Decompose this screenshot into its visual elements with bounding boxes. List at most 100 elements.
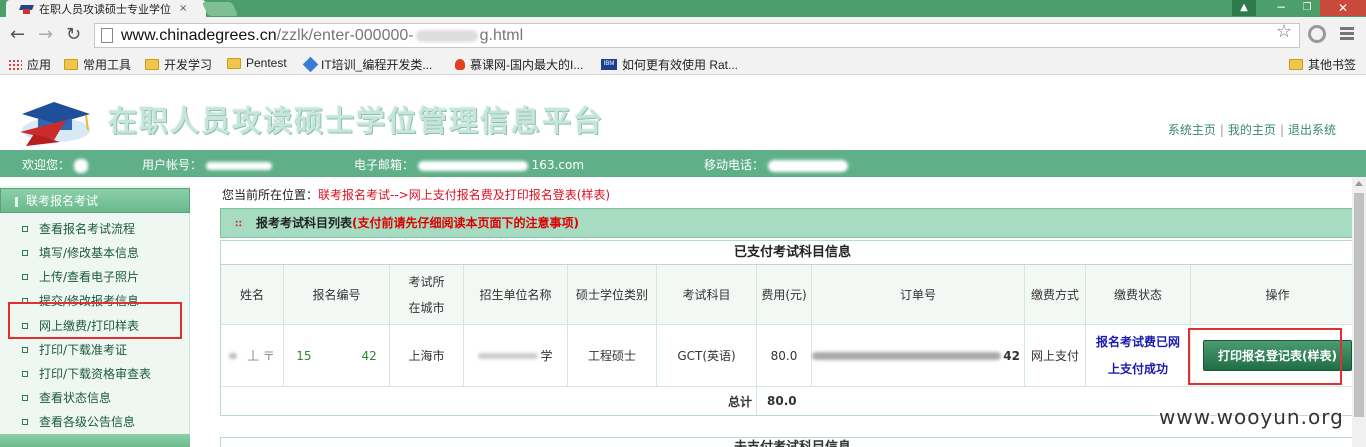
header-reg-no: 报名编号	[284, 265, 390, 325]
sidebar-section-header-2[interactable]	[0, 434, 190, 447]
sidebar-item-admission-ticket[interactable]: 打印/下载准考证	[22, 341, 127, 358]
table-title: 已支付考试科目信息	[221, 241, 1364, 265]
folder-icon	[64, 59, 78, 70]
header-subject: 考试科目	[657, 265, 757, 325]
cell-reg-no: 15 42	[284, 325, 390, 387]
cell-subject: GCT(英语)	[657, 325, 757, 387]
sidebar-item-process[interactable]: 查看报名考试流程	[22, 220, 135, 237]
ibm-icon: IBM	[601, 59, 617, 70]
section-warning: (支付前请先仔细阅读本页面下的注意事项)	[352, 216, 579, 230]
unpaid-subjects-table: 未支付考试科目信息	[220, 437, 1365, 447]
url-tail: g.html	[479, 26, 524, 44]
header-fee: 费用(元)	[757, 265, 812, 325]
home-link[interactable]: 系统主页	[1168, 123, 1216, 137]
link-separator: |	[1279, 123, 1284, 137]
bullet-icon	[22, 225, 28, 232]
cell-order: 42	[812, 325, 1025, 387]
bookmark-item[interactable]: 常用工具	[64, 56, 131, 73]
tab-title: 在职人员攻读硕士专业学位	[39, 2, 171, 16]
redacted-email	[417, 160, 528, 171]
redacted-text	[229, 352, 238, 359]
header-order: 订单号	[812, 265, 1025, 325]
bookmark-star-icon[interactable]: ☆	[1276, 21, 1292, 42]
cell-name: 丄 〒	[221, 325, 284, 387]
tab-close-icon[interactable]: ×	[179, 3, 187, 14]
sidebar-item-status[interactable]: 查看状态信息	[22, 389, 111, 406]
minimize-button[interactable]: −	[1268, 0, 1294, 16]
address-bar[interactable]: www.chinadegrees.cn /zzlk/enter-000000- …	[94, 23, 1300, 48]
browser-toolbar: ← → ↻ www.chinadegrees.cn /zzlk/enter-00…	[0, 17, 1366, 53]
scroll-up-arrow-icon[interactable]	[1355, 181, 1363, 186]
diamond-icon	[302, 56, 319, 73]
sidebar-item-notices[interactable]: 查看各级公告信息	[22, 413, 135, 430]
maximize-button[interactable]: ❐	[1294, 0, 1320, 16]
url-redacted	[415, 29, 478, 42]
bookmark-item[interactable]: 开发学习	[145, 56, 212, 73]
redacted-text	[812, 351, 1002, 360]
bookmarks-bar: 应用 常用工具 开发学习 Pentest IT培训_编程开发类... 慕课网-国…	[0, 53, 1366, 75]
header-name: 姓名	[221, 265, 284, 325]
highlight-box-sidebar	[8, 302, 182, 339]
header-action: 操作	[1191, 265, 1364, 325]
new-tab-button[interactable]	[201, 2, 239, 16]
sidebar-item-qualification[interactable]: 打印/下载资格审查表	[22, 365, 151, 382]
bookmark-item[interactable]: 应用	[8, 56, 51, 73]
welcome-field: 欢迎您：	[22, 156, 88, 173]
bullet-icon	[22, 249, 28, 256]
sidebar-item-basic-info[interactable]: 填写/修改基本信息	[22, 244, 139, 261]
folder-icon	[227, 57, 241, 69]
graduation-cap-logo-icon	[20, 102, 90, 146]
phone-field: 移动电话：	[704, 156, 848, 173]
pay-status-line-2: 上支付成功	[1107, 361, 1168, 376]
header-category: 硕士学位类别	[568, 265, 657, 325]
bullet-icon	[22, 346, 28, 353]
cell-fee: 80.0	[757, 325, 812, 387]
email-field: 电子邮箱： 163.com	[354, 158, 585, 172]
cell-city: 上海市	[390, 325, 464, 387]
browser-tab[interactable]: 在职人员攻读硕士专业学位 ×	[6, 0, 206, 17]
cell-category: 工程硕士	[568, 325, 657, 387]
logout-link[interactable]: 退出系统	[1288, 123, 1336, 137]
breadcrumb: 您当前所在位置：联考报名考试-->网上支付报名费及打印报名登表(样表)	[222, 188, 611, 202]
url-path: /zzlk/enter-000000-	[276, 26, 414, 44]
bookmark-item[interactable]: Pentest	[227, 56, 287, 70]
cell-pay-method: 网上支付	[1025, 325, 1086, 387]
grid-icon	[235, 220, 242, 227]
url-domain: www.chinadegrees.cn	[121, 26, 277, 44]
header-pay-status: 缴费状态	[1086, 265, 1191, 325]
bookmark-item[interactable]: 慕课网-国内最大的I...	[455, 56, 583, 73]
close-window-button[interactable]: ✕	[1320, 0, 1366, 16]
link-separator: |	[1219, 123, 1224, 137]
menu-icon[interactable]	[1340, 27, 1354, 42]
apps-icon	[8, 59, 22, 70]
forward-arrow-icon[interactable]: →	[38, 25, 53, 45]
sidebar-item-photo[interactable]: 上传/查看电子照片	[22, 268, 139, 285]
cell-school: 学	[464, 325, 568, 387]
header-city: 考试所 在城市	[390, 265, 464, 325]
scroll-thumb[interactable]	[1354, 193, 1364, 417]
top-links: 系统主页 | 我的主页 | 退出系统	[1168, 121, 1336, 138]
sidebar-section-header[interactable]: 联考报名考试	[0, 188, 190, 213]
section-bar-icon	[15, 196, 18, 207]
bookmark-other[interactable]: 其他书签	[1289, 56, 1356, 73]
redacted-account	[205, 161, 272, 170]
redacted-phone	[767, 159, 848, 172]
back-arrow-icon[interactable]: ←	[10, 25, 25, 45]
bullet-icon	[22, 394, 28, 401]
bookmark-item[interactable]: IBM 如何更有效使用 Rat...	[601, 56, 738, 73]
page-scrollbar[interactable]	[1352, 177, 1366, 447]
section-header: 报考考试科目列表(支付前请先仔细阅读本页面下的注意事项)	[220, 208, 1365, 238]
extension-icon[interactable]	[1308, 25, 1326, 43]
site-header: 在职人员攻读硕士学位管理信息平台 系统主页 | 我的主页 | 退出系统	[0, 76, 1366, 150]
total-label: 总计	[221, 387, 757, 415]
user-profile-icon[interactable]: ▲	[1232, 0, 1256, 16]
redacted-name	[73, 158, 88, 173]
site-title: 在职人员攻读硕士学位管理信息平台	[108, 104, 605, 138]
highlight-box-print	[1188, 328, 1342, 385]
reload-icon[interactable]: ↻	[66, 25, 81, 45]
site-favicon-icon	[20, 3, 33, 14]
header-school: 招生单位名称	[464, 265, 568, 325]
my-home-link[interactable]: 我的主页	[1228, 123, 1276, 137]
bookmark-item[interactable]: IT培训_编程开发类...	[302, 56, 432, 73]
table2-title: 未支付考试科目信息	[221, 438, 1364, 447]
